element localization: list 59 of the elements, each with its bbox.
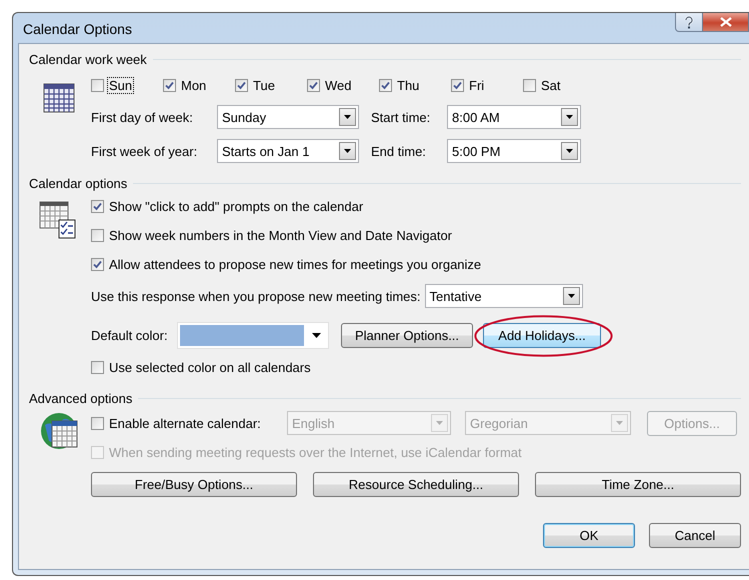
dropdown-value: English — [292, 416, 335, 430]
button[interactable]: Time Zone... — [535, 472, 741, 496]
dropdown[interactable]: 5:00 PM — [447, 139, 581, 163]
checkbox-label: When sending meeting requests over the Internet, use iCalendar format — [108, 444, 523, 460]
button[interactable]: Cancel — [649, 523, 741, 548]
checkbox[interactable] — [379, 78, 392, 92]
checkbox[interactable] — [91, 258, 104, 271]
calendar-grid-icon — [43, 82, 75, 114]
help-icon[interactable] — [675, 13, 703, 32]
field-label: First day of week: — [91, 110, 194, 124]
section-title: Calendar options — [29, 176, 128, 190]
checkbox[interactable] — [91, 360, 104, 374]
section-title: Calendar work week — [29, 52, 147, 66]
checkbox-label: Tue — [252, 78, 276, 92]
checkbox-label: Thu — [396, 78, 420, 92]
checkbox[interactable] — [163, 78, 176, 92]
color-picker[interactable] — [177, 322, 329, 348]
checkbox[interactable] — [91, 229, 104, 242]
dropdown[interactable]: Starts on Jan 1 — [217, 139, 359, 163]
checkbox-label: Show week numbers in the Month View and Date Navigator — [108, 228, 454, 243]
dropdown-value: Sunday — [222, 110, 266, 124]
dropdown[interactable]: Sunday — [217, 105, 359, 129]
field-label: First week of year: — [91, 144, 198, 158]
dropdown-value: 8:00 AM — [452, 110, 500, 124]
checkbox-label: Fri — [468, 78, 486, 92]
dropdown-value: Tentative — [430, 288, 482, 304]
dropdown[interactable]: Tentative — [424, 284, 583, 308]
dropdown-value: Gregorian — [470, 416, 528, 430]
checkbox-label: Sat — [540, 78, 562, 92]
checkbox[interactable] — [91, 78, 104, 92]
window-title: Calendar Options — [22, 20, 132, 37]
dropdown-arrow-icon[interactable] — [312, 332, 321, 338]
field-label: End time: — [370, 144, 427, 158]
checkbox-label: Sun — [108, 78, 134, 92]
checkbox[interactable] — [523, 78, 536, 92]
checkbox-label: Wed — [324, 78, 352, 92]
checkbox[interactable] — [91, 200, 104, 213]
checkbox[interactable] — [451, 78, 464, 92]
button[interactable]: Resource Scheduling... — [313, 472, 519, 496]
checkbox-label: Allow attendees to propose new times for meetings you organize — [108, 257, 482, 272]
field-label: Start time: — [370, 110, 432, 124]
checkbox-label: Use selected color on all calendars — [108, 360, 312, 374]
section-title: Advanced options — [29, 390, 132, 406]
dropdown[interactable]: 8:00 AM — [447, 105, 581, 129]
dropdown-value: 5:00 PM — [452, 144, 500, 158]
checkbox[interactable] — [235, 78, 248, 92]
button[interactable]: OK — [543, 523, 635, 548]
field-label: Use this response when you propose new meeting times: — [91, 288, 421, 304]
button[interactable]: Free/Busy Options... — [91, 472, 297, 496]
button[interactable]: Planner Options... — [341, 322, 473, 348]
globe-calendar-icon — [39, 411, 79, 451]
checkbox-label: Enable alternate calendar: — [108, 416, 262, 430]
dropdown-value: Starts on Jan 1 — [222, 144, 310, 158]
checkbox-label: Mon — [180, 78, 208, 92]
button[interactable]: Add Holidays... — [483, 322, 601, 348]
close-icon[interactable] — [703, 13, 749, 32]
checkbox[interactable] — [307, 78, 320, 92]
field-label: Default color: — [91, 328, 169, 342]
checkbox-label: Show "click to add" prompts on the calendar — [108, 199, 364, 214]
